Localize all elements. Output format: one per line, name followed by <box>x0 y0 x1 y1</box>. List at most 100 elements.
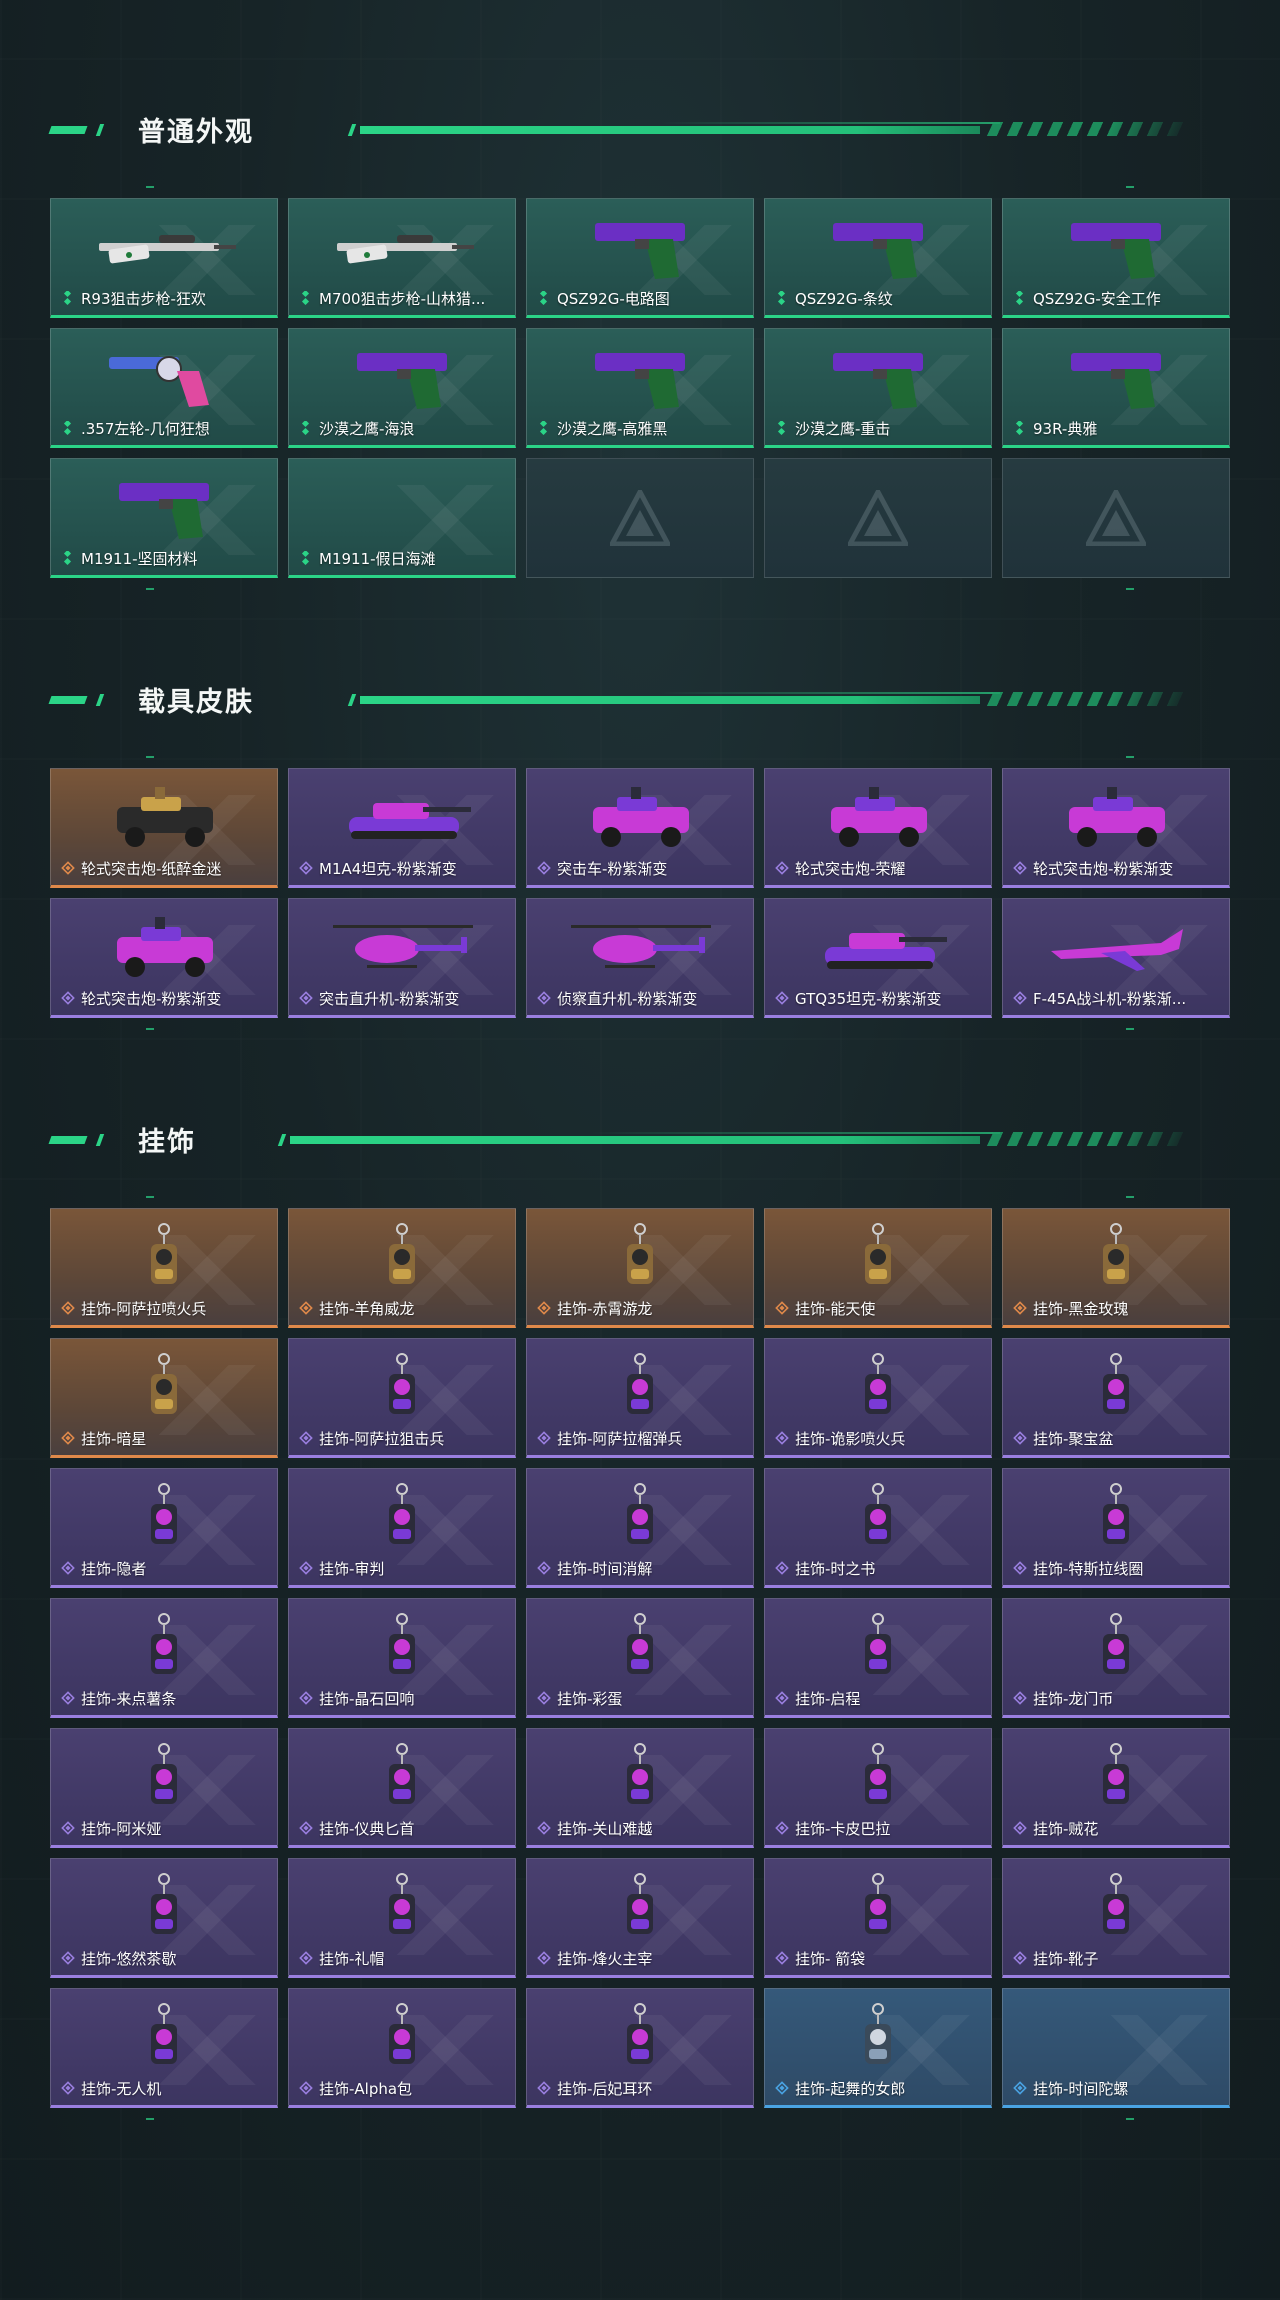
item-label: 挂饰-阿萨拉榴弹兵 <box>557 1430 683 1448</box>
helicopter-icon <box>327 909 477 984</box>
item-card[interactable]: 轮式突击炮-粉紫渐变 <box>50 898 278 1018</box>
item-card[interactable]: QSZ92G-条纹 <box>764 198 992 318</box>
charm-icon <box>89 1739 239 1814</box>
item-card[interactable]: M1911-坚固材料 <box>50 458 278 578</box>
item-card[interactable]: 挂饰-礼帽 <box>288 1858 516 1978</box>
item-card[interactable]: 挂饰-后妃耳环 <box>526 1988 754 2108</box>
armored-car-icon <box>803 779 953 854</box>
item-card[interactable]: 挂饰-靴子 <box>1002 1858 1230 1978</box>
item-label: 挂饰-阿米娅 <box>81 1820 162 1838</box>
item-card[interactable]: 挂饰-无人机 <box>50 1988 278 2108</box>
rarity-icon <box>775 1821 789 1835</box>
item-card[interactable]: 挂饰-时间陀螺 <box>1002 1988 1230 2108</box>
item-label: 挂饰-特斯拉线圈 <box>1033 1560 1144 1578</box>
item-card[interactable]: 挂饰-彩蛋 <box>526 1598 754 1718</box>
item-card[interactable]: R93狙击步枪-狂欢 <box>50 198 278 318</box>
item-card[interactable]: 挂饰-烽火主宰 <box>526 1858 754 1978</box>
item-card[interactable]: 挂饰-来点薯条 <box>50 1598 278 1718</box>
header-line <box>290 1136 980 1144</box>
rarity-icon <box>1013 2081 1027 2095</box>
rarity-icon <box>61 419 75 436</box>
charm-icon <box>89 1349 239 1424</box>
section-title: 普通外观 <box>138 117 254 148</box>
item-card[interactable]: 挂饰-诡影喷火兵 <box>764 1338 992 1458</box>
item-label: GTQ35坦克-粉紫渐变 <box>795 990 942 1008</box>
item-card[interactable]: GTQ35坦克-粉紫渐变 <box>764 898 992 1018</box>
rarity-icon <box>775 1301 789 1315</box>
item-card[interactable]: 挂饰-仪典匕首 <box>288 1728 516 1848</box>
item-card[interactable]: 沙漠之鹰-海浪 <box>288 328 516 448</box>
pistol-icon <box>803 209 953 284</box>
rarity-icon <box>1013 1301 1027 1315</box>
item-card[interactable]: .357左轮-几何狂想 <box>50 328 278 448</box>
item-card[interactable]: 挂饰-启程 <box>764 1598 992 1718</box>
item-card[interactable]: 挂饰-Alpha包 <box>288 1988 516 2108</box>
item-card[interactable]: 挂饰-特斯拉线圈 <box>1002 1468 1230 1588</box>
charm-icon <box>803 1349 953 1424</box>
item-card[interactable]: 挂饰-赤霄游龙 <box>526 1208 754 1328</box>
item-card[interactable]: 挂饰-晶石回响 <box>288 1598 516 1718</box>
item-card[interactable]: M700狙击步枪-山林猎... <box>288 198 516 318</box>
item-card[interactable]: 挂饰-黑金玫瑰 <box>1002 1208 1230 1328</box>
item-card[interactable]: 挂饰-阿萨拉喷火兵 <box>50 1208 278 1328</box>
item-card[interactable]: 轮式突击炮-荣耀 <box>764 768 992 888</box>
rarity-icon <box>775 1561 789 1575</box>
item-card[interactable]: 挂饰-关山难越 <box>526 1728 754 1848</box>
item-card[interactable]: 侦察直升机-粉紫渐变 <box>526 898 754 1018</box>
item-label: 挂饰-礼帽 <box>319 1950 385 1968</box>
item-card[interactable]: 挂饰-时之书 <box>764 1468 992 1588</box>
charm-icon <box>89 1609 239 1684</box>
item-card[interactable]: 挂饰-隐者 <box>50 1468 278 1588</box>
item-card[interactable]: M1A4坦克-粉紫渐变 <box>288 768 516 888</box>
item-label: 挂饰-Alpha包 <box>319 2080 413 2098</box>
header-accent-tick <box>277 1134 287 1146</box>
item-label: F-45A战斗机-粉紫渐... <box>1033 990 1187 1008</box>
grid-corner-mark <box>146 2118 154 2120</box>
item-card[interactable]: QSZ92G-安全工作 <box>1002 198 1230 318</box>
item-card[interactable]: 挂饰-起舞的女郎 <box>764 1988 992 2108</box>
item-card[interactable]: 挂饰-羊角威龙 <box>288 1208 516 1328</box>
item-card[interactable]: 挂饰-审判 <box>288 1468 516 1588</box>
item-card[interactable]: 沙漠之鹰-重击 <box>764 328 992 448</box>
charm-icon <box>803 1609 953 1684</box>
grid-corner-mark <box>146 756 154 758</box>
item-card[interactable]: 挂饰-贼花 <box>1002 1728 1230 1848</box>
rarity-icon <box>1013 1951 1027 1965</box>
header-accent-bar <box>48 126 88 134</box>
item-card[interactable]: 挂饰-暗星 <box>50 1338 278 1458</box>
item-card[interactable]: F-45A战斗机-粉紫渐... <box>1002 898 1230 1018</box>
rarity-icon <box>299 1691 313 1705</box>
charm-icon <box>1041 1349 1191 1424</box>
item-card[interactable]: 挂饰-能天使 <box>764 1208 992 1328</box>
item-card[interactable]: 挂饰-龙门币 <box>1002 1598 1230 1718</box>
item-card[interactable]: 93R-典雅 <box>1002 328 1230 448</box>
item-card[interactable]: 突击直升机-粉紫渐变 <box>288 898 516 1018</box>
item-card[interactable]: 轮式突击炮-纸醉金迷 <box>50 768 278 888</box>
item-card[interactable]: 轮式突击炮-粉紫渐变 <box>1002 768 1230 888</box>
header-thin-line <box>660 122 1000 124</box>
item-card[interactable]: QSZ92G-电路图 <box>526 198 754 318</box>
item-card[interactable]: 挂饰-聚宝盆 <box>1002 1338 1230 1458</box>
item-grid: 挂饰-阿萨拉喷火兵 挂饰-羊角威龙 挂饰-赤霄游龙 挂饰-能天使 挂饰-黑金玫瑰… <box>50 1196 1230 2120</box>
item-card[interactable]: 挂饰-阿米娅 <box>50 1728 278 1848</box>
item-card[interactable]: 沙漠之鹰-高雅黑 <box>526 328 754 448</box>
item-card[interactable]: 突击车-粉紫渐变 <box>526 768 754 888</box>
item-card[interactable]: 挂饰-卡皮巴拉 <box>764 1728 992 1848</box>
helicopter-icon <box>565 909 715 984</box>
item-label: 轮式突击炮-荣耀 <box>795 860 906 878</box>
item-card[interactable]: 挂饰-阿萨拉榴弹兵 <box>526 1338 754 1458</box>
rarity-icon <box>537 419 551 436</box>
rarity-icon <box>1013 1821 1027 1835</box>
pistol-icon <box>803 339 953 414</box>
item-label: 轮式突击炮-粉紫渐变 <box>1033 860 1174 878</box>
item-card[interactable]: M1911-假日海滩 <box>288 458 516 578</box>
header-line <box>360 696 980 704</box>
item-card[interactable]: 挂饰-悠然茶歇 <box>50 1858 278 1978</box>
item-card[interactable]: 挂饰-时间消解 <box>526 1468 754 1588</box>
item-label: 挂饰-能天使 <box>795 1300 876 1318</box>
item-label: QSZ92G-安全工作 <box>1033 290 1161 308</box>
rarity-icon <box>775 1691 789 1705</box>
item-card[interactable]: 挂饰- 箭袋 <box>764 1858 992 1978</box>
charm-icon <box>565 1739 715 1814</box>
item-card[interactable]: 挂饰-阿萨拉狙击兵 <box>288 1338 516 1458</box>
